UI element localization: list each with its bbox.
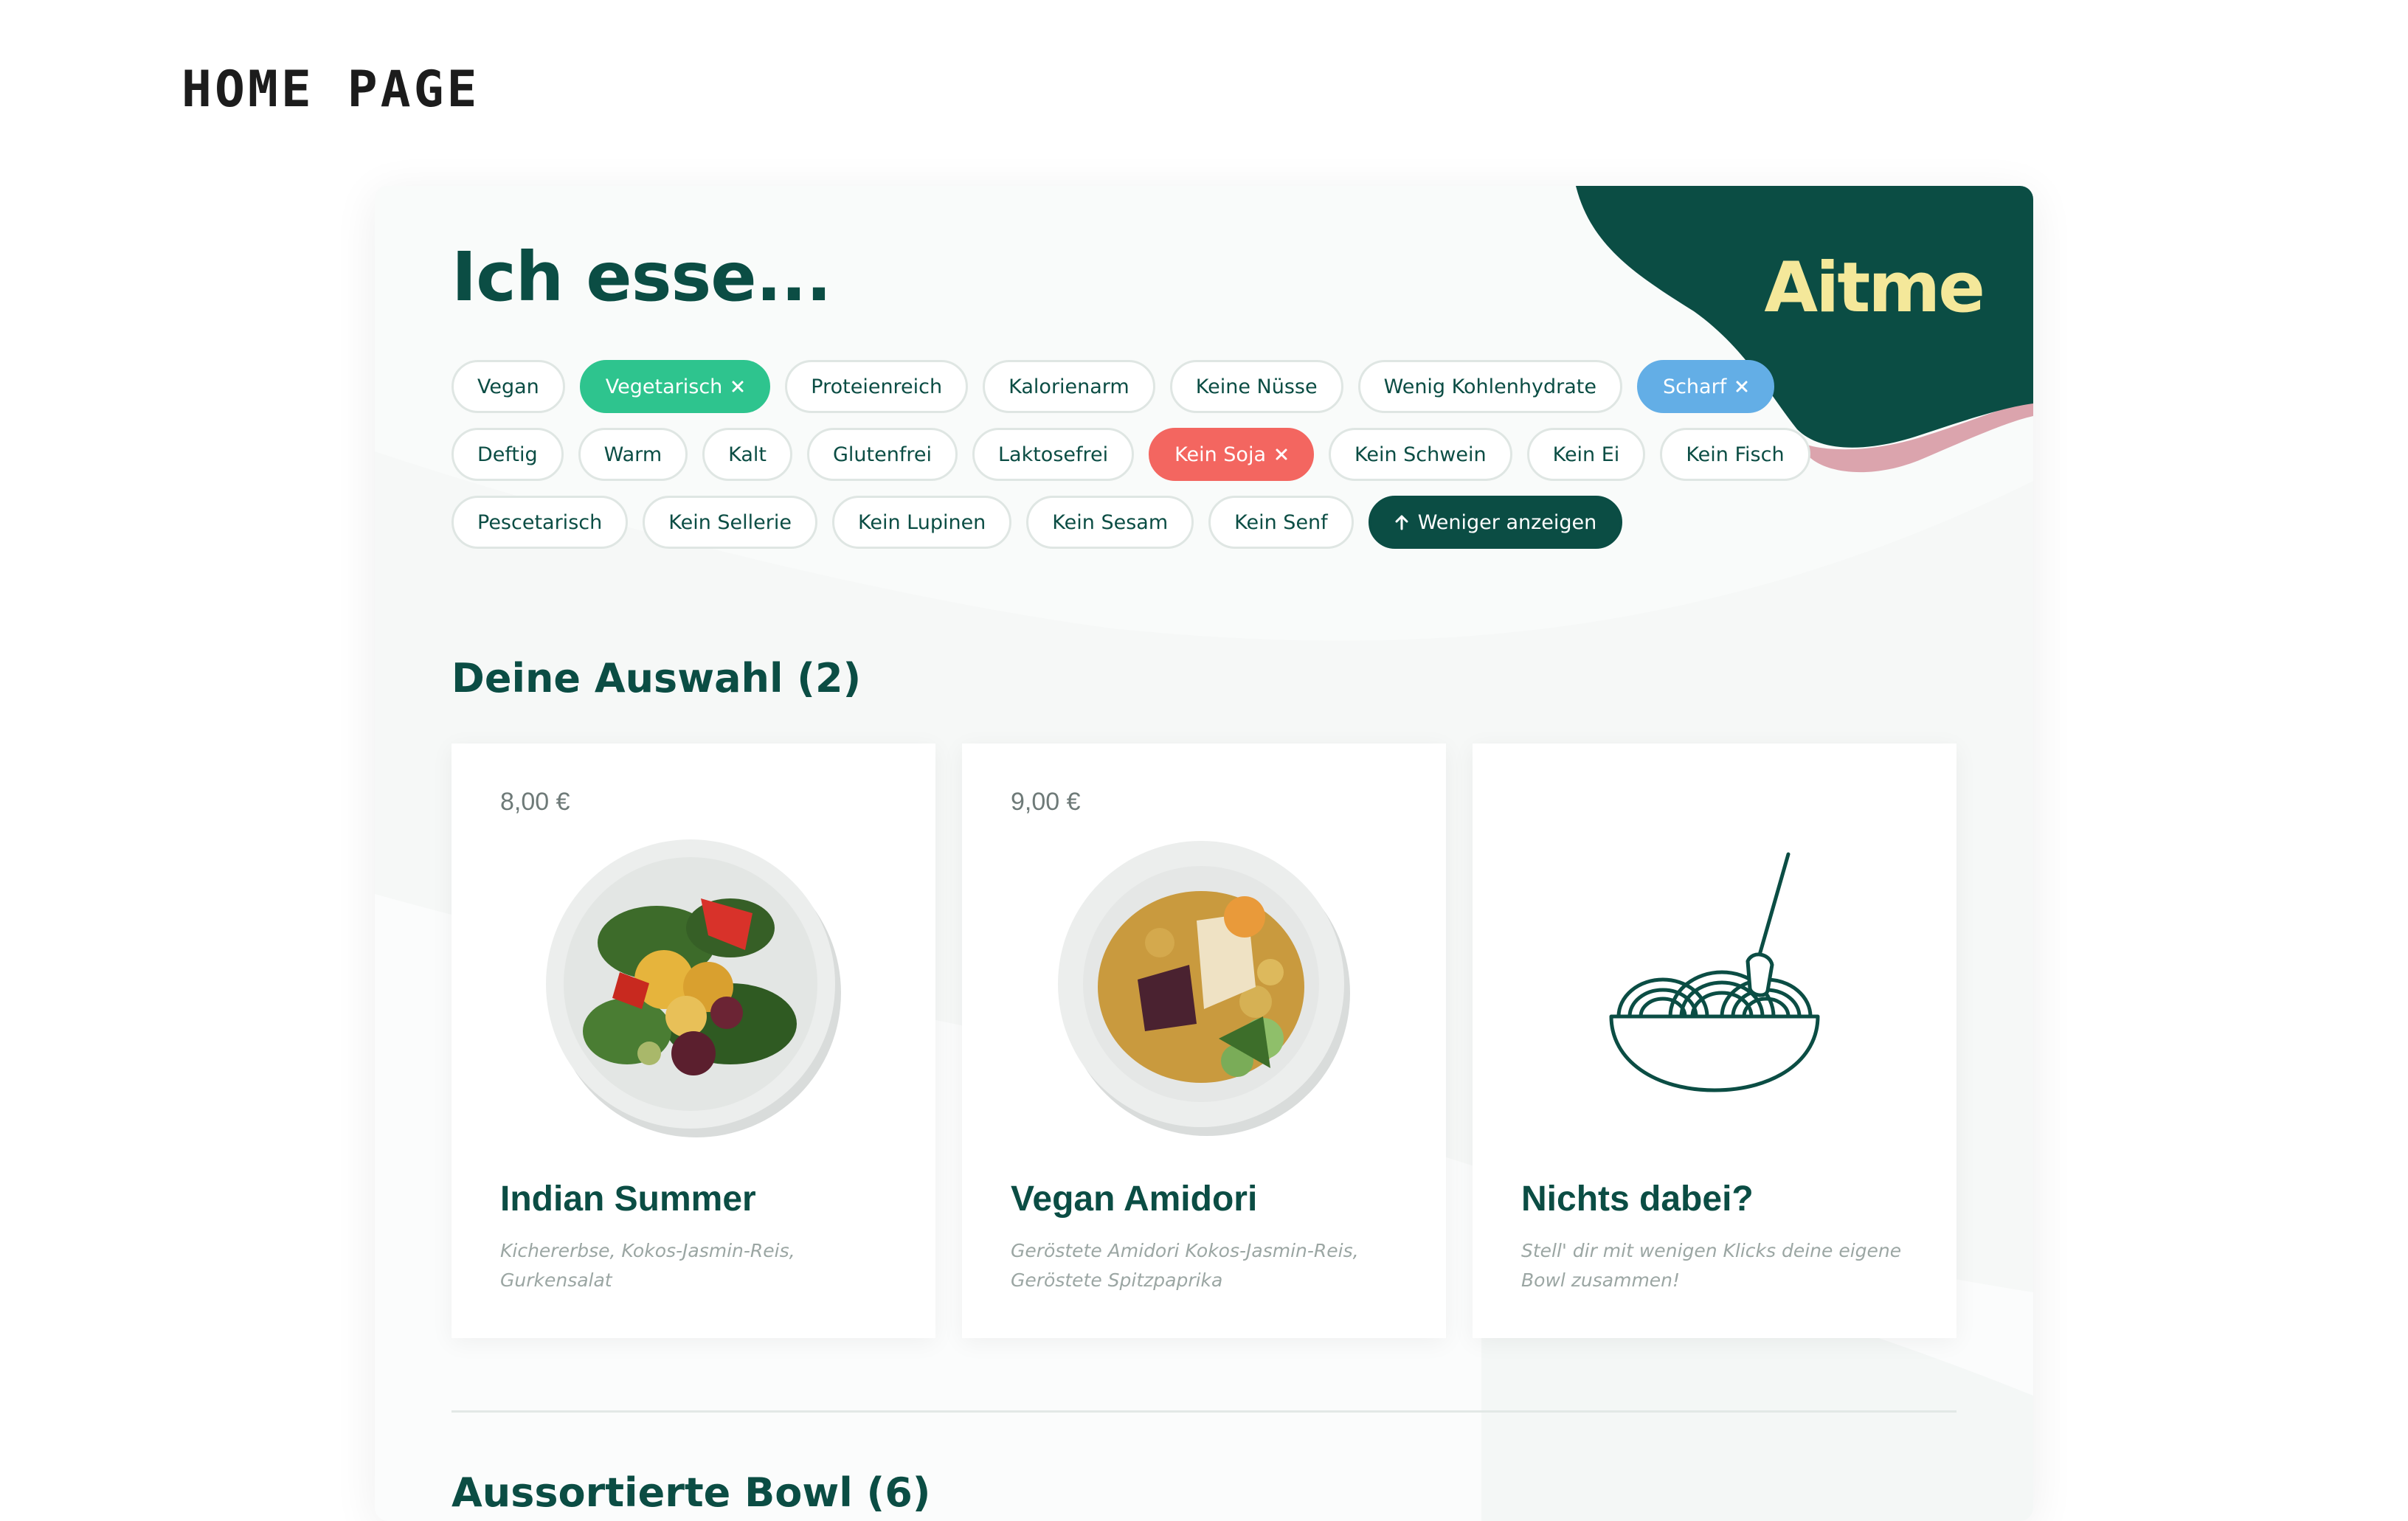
filter-row-2: Deftig Warm Kalt Glutenfrei Laktosefrei … (452, 428, 1838, 481)
assorted-title: Aussortierte Bowl (6) (452, 1469, 931, 1516)
salad-bowl-photo (546, 839, 841, 1137)
filter-tag-label: Kein Sellerie (668, 510, 792, 534)
filter-tag-kein-senf[interactable]: Kein Senf (1208, 496, 1354, 549)
filter-tag-label: Kalt (728, 443, 767, 466)
filter-tag-kein-soja[interactable]: Kein Soja (1149, 428, 1314, 481)
filter-tag-label: Kein Soja (1174, 443, 1266, 466)
filter-tag-label: Kein Schwein (1354, 443, 1487, 466)
filter-tag-label: Warm (603, 443, 662, 466)
filter-tag-laktosefrei[interactable]: Laktosefrei (972, 428, 1135, 481)
bowl-title: Vegan Amidori (1011, 1179, 1258, 1219)
filter-tag-label: Scharf (1662, 375, 1727, 398)
filter-tag-wenig-kohlenhydrate[interactable]: Wenig Kohlenhydrate (1357, 360, 1622, 413)
show-less-label: Weniger anzeigen (1417, 510, 1597, 534)
selection-title: Deine Auswahl (2) (452, 655, 862, 701)
filter-tag-label: Kein Sesam (1052, 510, 1169, 534)
close-icon[interactable] (731, 380, 744, 393)
bowl-card-indian-summer[interactable]: 8,00 € Indian Summer Kichererbse, Kokos-… (452, 744, 935, 1338)
filter-tag-label: Kein Ei (1552, 443, 1620, 466)
filter-tag-label: Keine Nüsse (1195, 375, 1318, 398)
filter-tag-label: Kein Fisch (1686, 443, 1785, 466)
filter-tag-deftig[interactable]: Deftig (452, 428, 564, 481)
filter-tag-scharf[interactable]: Scharf (1636, 360, 1775, 413)
price-label: 9,00 € (1011, 788, 1081, 816)
section-divider (452, 1410, 1957, 1413)
filter-tag-kein-sellerie[interactable]: Kein Sellerie (643, 496, 817, 549)
app-frame: Aitme Ich esse... Vegan Vegetarisch Prot… (375, 186, 2033, 1521)
brand-logo[interactable]: Aitme (1762, 248, 1985, 328)
price-label: 8,00 € (500, 788, 570, 816)
filter-tag-glutenfrei[interactable]: Glutenfrei (807, 428, 958, 481)
page-label: HOME PAGE (181, 60, 480, 119)
filter-tag-label: Pescetarisch (477, 510, 603, 534)
filter-tag-label: Deftig (477, 443, 538, 466)
filter-tag-label: Kein Senf (1234, 510, 1328, 534)
filter-row-1: Vegan Vegetarisch Proteienreich Kalorien… (452, 360, 1838, 413)
filter-tag-label: Glutenfrei (833, 443, 932, 466)
filter-tag-kein-fisch[interactable]: Kein Fisch (1660, 428, 1810, 481)
filter-tag-pescetarisch[interactable]: Pescetarisch (452, 496, 629, 549)
bowl-title: Indian Summer (500, 1179, 756, 1219)
bowl-description: Geröstete Amidori Kokos-Jasmin-Reis, Ger… (1011, 1240, 1359, 1291)
price-label (1521, 788, 1908, 817)
filter-tag-kein-ei[interactable]: Kein Ei (1526, 428, 1646, 481)
bowl-description: Stell' dir mit wenigen Klicks deine eige… (1521, 1240, 1902, 1291)
arrow-up-icon (1395, 515, 1408, 530)
page-headline: Ich esse... (452, 238, 831, 316)
filter-tag-vegan[interactable]: Vegan (452, 360, 565, 413)
bowl-card-vegan-amidori[interactable]: 9,00 € Vegan Amidori Geröstete Amidori K… (962, 744, 1446, 1338)
bowl-description: Kichererbse, Kokos-Jasmin-Reis, Gurkensa… (500, 1240, 795, 1291)
filter-tag-kalt[interactable]: Kalt (702, 428, 792, 481)
filter-tag-label: Kein Lupinen (857, 510, 986, 534)
filter-tag-kein-schwein[interactable]: Kein Schwein (1329, 428, 1512, 481)
filter-tags: Vegan Vegetarisch Proteienreich Kalorien… (452, 360, 1838, 564)
show-less-button[interactable]: Weniger anzeigen (1368, 496, 1623, 549)
filter-tag-label: Proteienreich (811, 375, 943, 398)
filter-tag-label: Wenig Kohlenhydrate (1383, 375, 1596, 398)
bowl-cards: 8,00 € Indian Summer Kichererbse, Kokos-… (452, 744, 1957, 1338)
close-icon[interactable] (1735, 380, 1748, 393)
filter-tag-label: Vegan (477, 375, 539, 398)
filter-tag-label: Vegetarisch (605, 375, 723, 398)
filter-tag-kein-sesam[interactable]: Kein Sesam (1026, 496, 1194, 549)
filter-tag-proteienreich[interactable]: Proteienreich (785, 360, 969, 413)
filter-tag-kalorienarm[interactable]: Kalorienarm (983, 360, 1155, 413)
filter-tag-label: Kalorienarm (1008, 375, 1129, 398)
custom-bowl-card[interactable]: Nichts dabei? Stell' dir mit wenigen Kli… (1473, 744, 1957, 1338)
filter-tag-label: Laktosefrei (997, 443, 1109, 466)
filter-tag-warm[interactable]: Warm (578, 428, 688, 481)
curry-bowl-photo (1058, 841, 1350, 1136)
bowl-title: Nichts dabei? (1521, 1179, 1754, 1219)
noodle-bowl-icon (1609, 852, 1820, 1092)
filter-row-3: Pescetarisch Kein Sellerie Kein Lupinen … (452, 496, 1838, 549)
close-icon[interactable] (1275, 448, 1288, 461)
filter-tag-keine-nuesse[interactable]: Keine Nüsse (1169, 360, 1343, 413)
filter-tag-kein-lupinen[interactable]: Kein Lupinen (831, 496, 1012, 549)
filter-tag-vegetarisch[interactable]: Vegetarisch (579, 360, 771, 413)
